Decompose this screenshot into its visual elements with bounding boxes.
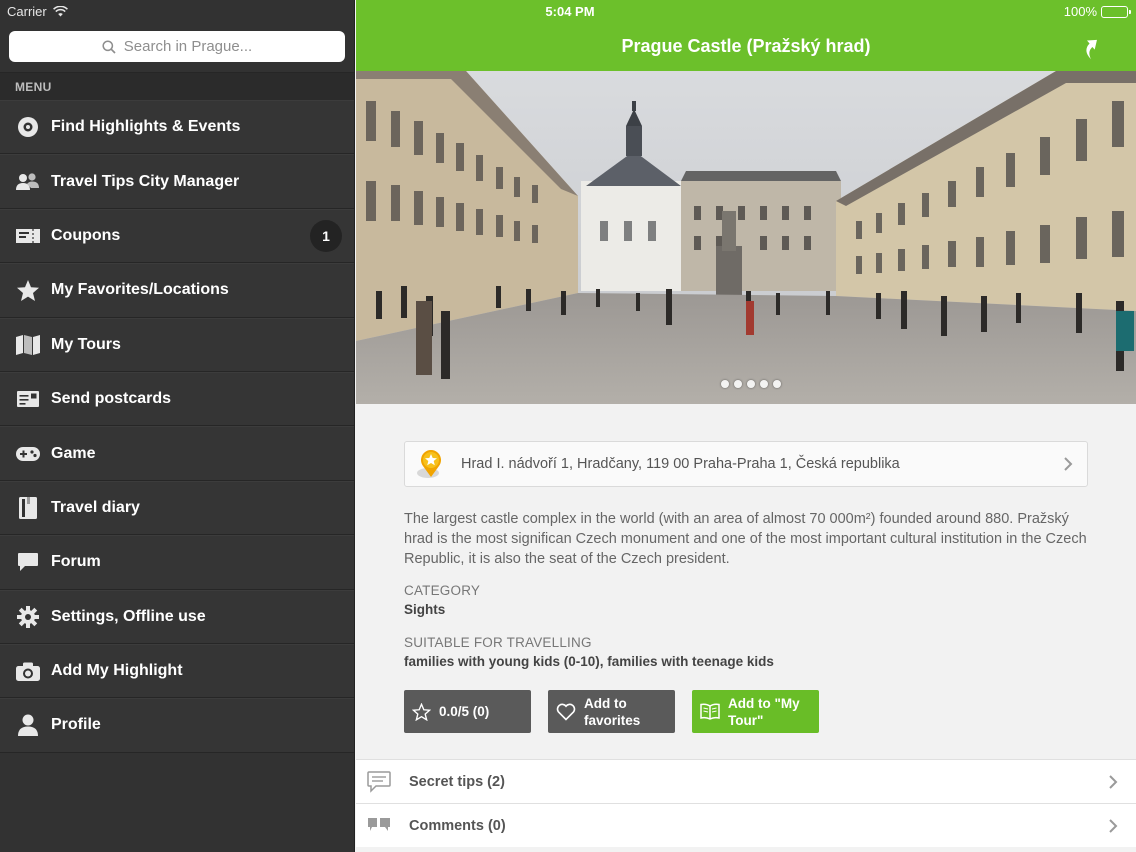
people-icon (16, 170, 40, 194)
detail-pane: 5:04 PM 100% Prague Castle (Pražský hrad… (356, 0, 1136, 852)
speech-bubble-icon (366, 770, 392, 794)
category-label: CATEGORY (404, 583, 481, 598)
gallery-page-indicator[interactable] (356, 380, 1136, 388)
menu-item-add-highlight[interactable]: Add My Highlight (0, 643, 354, 699)
menu-item-postcards[interactable]: Send postcards (0, 371, 354, 427)
status-battery: 100% (1063, 4, 1131, 19)
battery-percent: 100% (1063, 4, 1097, 19)
menu-item-label: Profile (51, 716, 101, 734)
location-pin-icon (417, 450, 441, 478)
page-dot (721, 380, 729, 388)
status-bar-left: Carrier (0, 0, 354, 22)
coupons-count-badge: 1 (310, 219, 342, 252)
page-dot (747, 380, 755, 388)
target-icon (16, 115, 40, 139)
menu-item-forum[interactable]: Forum (0, 535, 354, 590)
heart-outline-icon (556, 703, 576, 721)
comments-row[interactable]: Comments (0) (356, 803, 1136, 847)
menu-item-label: Forum (51, 553, 101, 571)
secret-tips-row[interactable]: Secret tips (2) (356, 759, 1136, 803)
photo-gallery[interactable] (356, 71, 1136, 404)
star-icon (16, 278, 40, 302)
menu-item-coupons[interactable]: Coupons 1 (0, 208, 354, 264)
favorites-button-label: Add to favorites (584, 695, 641, 728)
share-arrow-icon[interactable] (1080, 36, 1104, 60)
page-dot (773, 380, 781, 388)
status-time: 5:04 PM (545, 4, 595, 19)
postcard-icon (16, 387, 40, 411)
menu-item-travel-tips[interactable]: Travel Tips City Manager (0, 154, 354, 209)
menu-item-game[interactable]: Game (0, 426, 354, 481)
menu-item-label: Find Highlights & Events (51, 118, 241, 136)
page-dot (760, 380, 768, 388)
menu-item-settings[interactable]: Settings, Offline use (0, 589, 354, 644)
gamepad-icon (16, 442, 40, 466)
rating-button-label: 0.0/5 (0) (439, 704, 490, 719)
address-row[interactable]: Hrad I. nádvoří 1, Hradčany, 119 00 Prah… (404, 441, 1088, 487)
detail-sections-list: Secret tips (2) Comments (0) (356, 759, 1136, 847)
diary-icon (16, 496, 40, 520)
menu-item-label: Send postcards (51, 390, 172, 408)
page-title: Prague Castle (Pražský hrad) (621, 36, 871, 56)
chat-icon (16, 550, 40, 574)
open-book-icon (700, 703, 720, 720)
search-input[interactable]: Search in Prague... (9, 31, 345, 62)
star-outline-icon (412, 702, 431, 721)
menu-item-label: Travel diary (51, 498, 140, 516)
person-icon (16, 713, 40, 737)
add-to-my-tour-button[interactable]: Add to "My Tour" (692, 690, 819, 733)
chevron-right-icon (1064, 457, 1073, 471)
chevron-right-icon (1109, 774, 1118, 789)
address-text: Hrad I. nádvoří 1, Hradčany, 119 00 Prah… (461, 456, 900, 472)
menu-item-label: Settings, Offline use (51, 607, 206, 625)
action-buttons: 0.0/5 (0) Add to favorites Add to "My Tour… (404, 690, 1088, 733)
menu-item-label: Add My Highlight (51, 662, 183, 680)
navigation-bar: 5:04 PM 100% Prague Castle (Pražský hrad… (356, 0, 1136, 71)
castle-photo (356, 71, 1136, 404)
rating-button[interactable]: 0.0/5 (0) (404, 690, 531, 733)
category-value: Sights (404, 602, 446, 617)
map-icon (16, 333, 40, 357)
menu-item-label: My Tours (51, 335, 121, 353)
menu-item-label: Coupons (51, 226, 121, 244)
search-placeholder: Search in Prague... (123, 38, 253, 55)
comments-icon (366, 814, 392, 838)
menu-item-travel-diary[interactable]: Travel diary (0, 480, 354, 536)
sidebar: Carrier Search in Prague... MENU Find Hi… (0, 0, 355, 852)
tour-button-label: Add to "My Tour" (728, 695, 800, 728)
wifi-icon (52, 5, 68, 16)
carrier-label: Carrier (7, 3, 47, 19)
search-icon (102, 39, 116, 54)
add-to-favorites-button[interactable]: Add to favorites (548, 690, 675, 733)
description-text: The largest castle complex in the world … (404, 511, 1087, 567)
suitable-label: SUITABLE FOR TRAVELLING (404, 635, 592, 650)
coupon-icon (16, 224, 40, 248)
menu-item-label: Game (51, 444, 96, 462)
suitable-value: families with young kids (0-10), familie… (404, 654, 774, 669)
camera-icon (16, 659, 40, 683)
menu-header: MENU (0, 72, 354, 100)
menu-item-my-tours[interactable]: My Tours (0, 317, 354, 372)
secret-tips-label: Secret tips (2) (409, 773, 505, 790)
gear-icon (16, 605, 40, 629)
menu-item-label: Travel Tips City Manager (51, 172, 240, 190)
menu-item-label: My Favorites/Locations (51, 281, 229, 299)
menu-item-profile[interactable]: Profile (0, 698, 354, 753)
comments-label: Comments (0) (409, 817, 506, 834)
page-dot (734, 380, 742, 388)
menu-item-favorites[interactable]: My Favorites/Locations (0, 263, 354, 318)
menu-item-find-highlights[interactable]: Find Highlights & Events (0, 100, 354, 155)
chevron-right-icon (1109, 818, 1118, 833)
battery-icon (1101, 5, 1131, 18)
detail-content: Hrad I. nádvoří 1, Hradčany, 119 00 Prah… (356, 404, 1136, 733)
